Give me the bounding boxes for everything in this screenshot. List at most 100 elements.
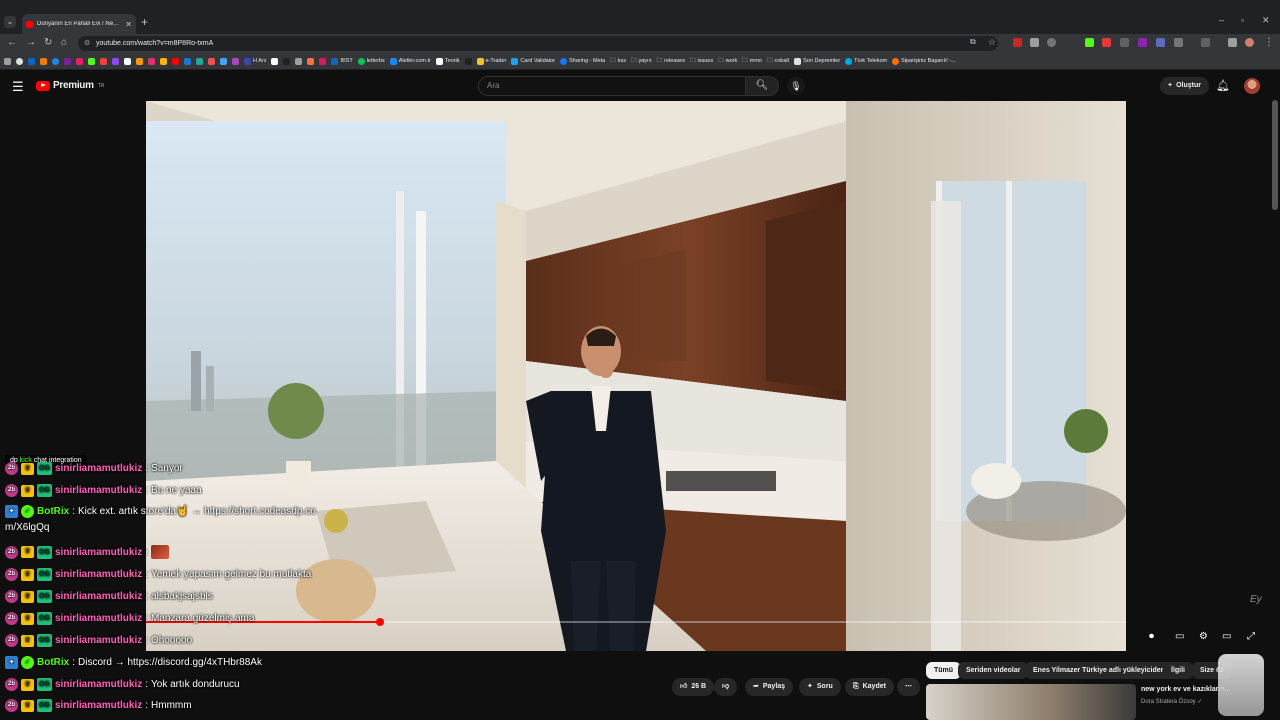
reload-icon[interactable]: ↻ xyxy=(44,37,52,48)
bookmark-bist[interactable]: BIST xyxy=(331,57,353,65)
close-window-icon[interactable]: ✕ xyxy=(1262,15,1270,26)
bookmark-folder-issues[interactable]: 🗀 issues xyxy=(690,57,713,66)
bookmark-icon[interactable] xyxy=(307,57,315,65)
bookmark-siparis[interactable]: Siparişiniz Başarılı! -... xyxy=(892,57,956,65)
bookmark-folder-kss[interactable]: 🗀 kss xyxy=(610,57,626,66)
bookmark-e-trader[interactable]: e-Trader xyxy=(476,57,506,65)
chat-username[interactable]: sinirliamamutlukiz xyxy=(55,485,142,496)
bookmark-icon[interactable] xyxy=(172,57,179,65)
save-button[interactable]: ⎘ Kaydet xyxy=(845,678,894,696)
bookmark-icon[interactable] xyxy=(196,57,203,65)
dislike-button[interactable]: 👎︎ xyxy=(714,678,738,696)
close-tab-icon[interactable]: ✕ xyxy=(125,20,132,29)
chip-related[interactable]: İlgili xyxy=(1163,662,1193,679)
create-button[interactable]: + Oluştur xyxy=(1160,77,1209,95)
side-panel-icon[interactable] xyxy=(1201,38,1210,47)
chat-username[interactable]: sinirliamamutlukiz xyxy=(55,700,142,711)
bookmark-folder-releases[interactable]: 🗀 releases xyxy=(657,57,685,66)
tiktok-icon[interactable] xyxy=(283,57,291,65)
menu-icon[interactable]: ☰ xyxy=(12,79,24,95)
bookmark-icon[interactable] xyxy=(40,57,47,65)
chat-username[interactable]: sinirliamamutlukiz xyxy=(55,635,142,646)
extension-icon[interactable] xyxy=(1030,38,1039,47)
channel-watermark-icon[interactable]: Ey xyxy=(1250,594,1262,605)
youtube-icon[interactable] xyxy=(100,57,107,65)
extension-icon[interactable] xyxy=(1102,38,1111,47)
search-button[interactable]: 🔍︎ xyxy=(745,76,779,96)
github-icon[interactable] xyxy=(16,57,23,65)
bookmark-folder-work[interactable]: 🗀 work xyxy=(718,57,737,66)
linkedin-icon[interactable] xyxy=(28,57,35,65)
address-bar[interactable]: ⚙ youtube.com/watch?v=m8P8Ro-txmA xyxy=(78,36,998,51)
chat-username[interactable]: sinirliamamutlukiz xyxy=(55,679,142,690)
ask-button[interactable]: ✦ Soru xyxy=(799,678,841,696)
bookmark-icon[interactable] xyxy=(271,57,279,65)
bookmark-icon[interactable] xyxy=(295,57,303,65)
chip-all[interactable]: Tümü xyxy=(926,662,962,679)
bookmark-folder-yayin[interactable]: 🗀 yayın xyxy=(631,57,652,66)
extension-icon[interactable] xyxy=(1120,38,1129,47)
bookmark-sharing-meta[interactable]: Sharing - Meta xyxy=(560,57,605,65)
chat-username[interactable]: sinirliamamutlukiz xyxy=(55,463,142,474)
install-app-icon[interactable]: ⧉ xyxy=(970,37,976,47)
more-actions-button[interactable]: ⋯ xyxy=(897,678,920,696)
bookmark-aletler[interactable]: Aletler.com.tr xyxy=(389,57,431,65)
apps-icon[interactable] xyxy=(4,57,11,65)
profile-icon[interactable] xyxy=(1245,38,1254,47)
chat-username[interactable]: BotRix xyxy=(37,657,69,668)
bookmark-star-icon[interactable]: ☆ xyxy=(988,37,996,48)
x-icon[interactable] xyxy=(124,57,131,65)
home-icon[interactable]: ⌂ xyxy=(61,37,67,48)
voice-search-button[interactable]: 🎙︎ xyxy=(787,77,805,95)
bookmark-teorik[interactable]: Teorik xyxy=(435,57,460,65)
kick-extension-icon[interactable] xyxy=(1085,38,1094,47)
browser-tab[interactable]: Dünyanın En Pahalı Evi / New Y ✕ xyxy=(22,14,136,34)
like-button[interactable]: 👍︎ 26 B xyxy=(672,678,715,696)
tab-search-icon[interactable]: ⌄ xyxy=(4,16,16,28)
bookmark-icon[interactable] xyxy=(52,57,59,65)
bookmark-icon[interactable] xyxy=(464,57,472,65)
bookmark-icon[interactable] xyxy=(232,57,239,65)
bookmark-icon[interactable] xyxy=(184,57,191,65)
site-info-icon[interactable]: ⚙ xyxy=(84,36,90,51)
chip-uploader[interactable]: Enes Yilmazer Türkiye adlı yükleyiciden xyxy=(1025,662,1173,679)
bookmark-icon[interactable] xyxy=(160,57,167,65)
extension-icon[interactable] xyxy=(1047,38,1056,47)
chat-username[interactable]: sinirliamamutlukiz xyxy=(55,547,142,558)
forward-icon[interactable]: → xyxy=(26,37,36,48)
bookmark-letterbx[interactable]: letterbx xyxy=(357,57,385,65)
bookmark-turk-telekom[interactable]: Türk Telekom xyxy=(845,57,887,65)
bookmark-folder-mmo[interactable]: 🗀 mmo xyxy=(742,57,762,66)
bookmark-son-depremler[interactable]: Son Depremler xyxy=(794,57,840,65)
floating-overlay-window[interactable] xyxy=(1218,654,1264,716)
subtitles-icon[interactable]: ▭ xyxy=(1175,631,1184,642)
bookmark-folder-cobalt[interactable]: 🗀 cobalt xyxy=(767,57,789,66)
youtube-premium-logo[interactable]: Premium TR xyxy=(36,80,104,91)
chat-username[interactable]: sinirliamamutlukiz xyxy=(55,569,142,580)
extension-icon[interactable] xyxy=(1013,38,1022,47)
settings-gear-icon[interactable]: ⚙ xyxy=(1199,631,1208,642)
chat-username[interactable]: BotRix xyxy=(37,506,69,517)
theater-mode-icon[interactable]: ▭ xyxy=(1222,631,1231,642)
autoplay-toggle-icon[interactable]: ⏺ xyxy=(1149,631,1154,642)
twitch-icon[interactable] xyxy=(112,57,119,65)
kick-icon[interactable] xyxy=(88,57,95,65)
page-scrollbar[interactable] xyxy=(1272,100,1278,210)
chat-username[interactable]: sinirliamamutlukiz xyxy=(55,613,142,624)
extensions-puzzle-icon[interactable] xyxy=(1174,38,1183,47)
notifications-bell-icon[interactable]: 🔔︎ xyxy=(1216,79,1230,92)
minimize-icon[interactable]: – xyxy=(1219,15,1224,25)
instagram-icon[interactable] xyxy=(148,57,155,65)
bookmark-icon[interactable] xyxy=(76,57,83,65)
back-icon[interactable]: ← xyxy=(7,37,17,48)
extension-icon[interactable] xyxy=(1138,38,1147,47)
bookmark-icon[interactable] xyxy=(136,57,143,65)
extension-icon[interactable] xyxy=(1156,38,1165,47)
bookmark-card-validator[interactable]: Card Validator xyxy=(511,57,555,65)
search-input[interactable]: Ara xyxy=(478,76,746,96)
bookmark-icon[interactable] xyxy=(220,57,227,65)
related-video-channel[interactable]: Dora Stratera Özsoy ✓ xyxy=(1141,698,1202,705)
related-video-thumbnail[interactable] xyxy=(926,684,1136,720)
extension-icon[interactable] xyxy=(1228,38,1237,47)
fullscreen-icon[interactable]: ⤢ xyxy=(1247,631,1255,642)
